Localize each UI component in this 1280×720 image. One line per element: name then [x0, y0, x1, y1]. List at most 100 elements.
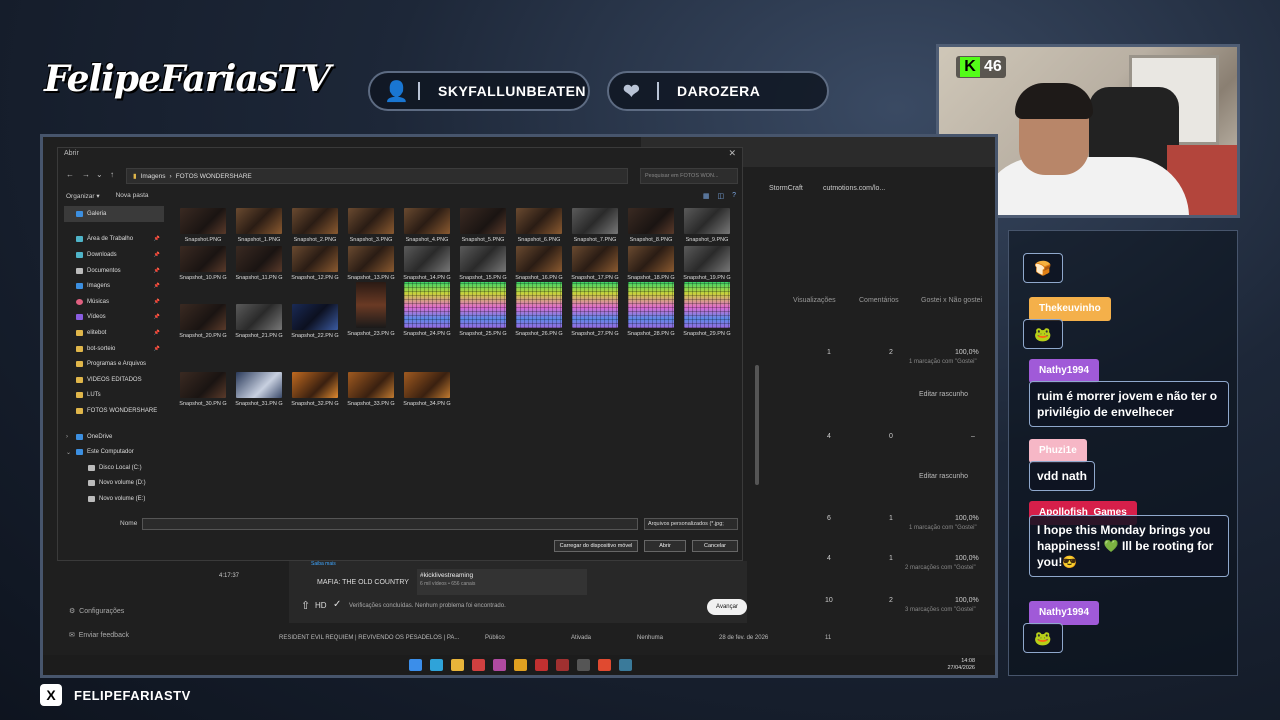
file-item[interactable]: Snapshot_4.PNG — [400, 208, 454, 244]
app-icon[interactable] — [619, 659, 632, 671]
nav-item-downloads[interactable]: Downloads 📌 — [64, 247, 164, 263]
file-item[interactable]: Snapshot_24.PN G — [400, 282, 454, 338]
nav-item-videos-editados[interactable]: VIDEOS EDITADOS — [64, 372, 164, 388]
nav-item-documents[interactable]: Documentos 📌 — [64, 263, 164, 279]
file-item[interactable]: Snapshot_16.PN G — [512, 246, 566, 282]
file-item[interactable]: Snapshot_29.PN G — [680, 282, 734, 338]
col-views[interactable]: Visualizações — [793, 297, 836, 304]
open-button[interactable]: Abrir — [644, 540, 686, 552]
nav-item-desktop[interactable]: Área de Trabalho 📌 — [64, 232, 164, 248]
file-item[interactable]: Snapshot_8.PNG — [624, 208, 678, 244]
file-item[interactable]: Snapshot_20.PN G — [176, 304, 230, 340]
edit-draft-button[interactable]: Editar rascunho — [919, 473, 968, 480]
nav-item-videos[interactable]: Vídeos 📌 — [64, 310, 164, 326]
terminal-icon[interactable] — [577, 659, 590, 671]
preview-pane-icon[interactable]: ◫ — [717, 192, 724, 200]
organize-button[interactable]: Organizar ▾ — [66, 192, 100, 200]
cancel-button[interactable]: Cancelar — [692, 540, 738, 552]
file-item[interactable]: Snapshot_25.PN G — [456, 282, 510, 338]
file-item[interactable]: Snapshot_13.PN G — [344, 246, 398, 282]
chrome-icon[interactable] — [598, 659, 611, 671]
file-item[interactable]: Snapshot_9.PNG — [680, 208, 734, 244]
bookmark-stormcraft[interactable]: StormCraft — [769, 185, 803, 192]
file-explorer-icon[interactable] — [451, 659, 464, 671]
file-item[interactable]: Snapshot_17.PN G — [568, 246, 622, 282]
edge-icon[interactable] — [430, 659, 443, 671]
close-icon[interactable]: ✕ — [728, 148, 736, 159]
file-item[interactable]: Snapshot_31.PN G — [232, 372, 286, 408]
file-item[interactable]: Snapshot_10.PN G — [176, 246, 230, 282]
nav-item-bot-sorteio[interactable]: bot-sorteio 📌 — [64, 341, 164, 357]
learn-more-link[interactable]: Saiba mais — [311, 561, 336, 567]
bookmark-cutmotions[interactable]: cutmotions.com/lo... — [823, 185, 885, 192]
file-type-select[interactable]: Arquivos personalizados (*.jpg; — [644, 518, 738, 530]
file-item[interactable]: Snapshot_18.PN G — [624, 246, 678, 282]
chevron-right-icon[interactable]: › — [66, 434, 68, 440]
new-folder-button[interactable]: Nova pasta — [116, 192, 149, 200]
system-clock[interactable]: 14:08 27/04/2026 — [947, 658, 975, 672]
upload-icon[interactable]: ⇧ — [301, 599, 310, 612]
scrollbar[interactable] — [755, 365, 759, 485]
nav-item-pictures[interactable]: Imagens 📌 — [64, 278, 164, 294]
file-item[interactable]: Snapshot_28.PN G — [624, 282, 678, 338]
file-item[interactable]: Snapshot_32.PN G — [288, 372, 342, 408]
file-item[interactable]: Snapshot_7.PNG — [568, 208, 622, 244]
nav-item-disk-d[interactable]: Novo volume (D:) — [64, 476, 164, 492]
back-arrow-icon[interactable]: ← — [66, 170, 74, 179]
file-item[interactable]: Snapshot_5.PNG — [456, 208, 510, 244]
file-item[interactable]: Snapshot_26.PN G — [512, 282, 566, 338]
chevron-down-icon[interactable]: ⌄ — [66, 449, 71, 456]
next-button[interactable]: Avançar — [707, 599, 747, 615]
file-item[interactable]: Snapshot_33.PN G — [344, 372, 398, 408]
app-icon[interactable] — [556, 659, 569, 671]
file-item[interactable]: Snapshot_19.PN G — [680, 246, 734, 282]
nav-item-this-pc[interactable]: ⌄ Este Computador — [64, 444, 164, 460]
file-item[interactable]: Snapshot_15.PN G — [456, 246, 510, 282]
file-item[interactable]: Snapshot_6.PNG — [512, 208, 566, 244]
feedback-link[interactable]: ✉ Enviar feedback — [69, 631, 129, 639]
video-row-title[interactable]: RESIDENT EVIL REQUIEM | REVIVENDO OS PES… — [279, 635, 459, 641]
file-item[interactable]: Snapshot_11.PN G — [232, 246, 286, 282]
address-bar[interactable]: ▮ Imagens › FOTOS WONDERSHARE — [126, 168, 628, 184]
load-from-device-button[interactable]: Carregar do dispositivo móvel — [554, 540, 638, 552]
hashtag-suggestion[interactable]: #kicklivestreaming 6 mil vídeos • 656 ca… — [417, 569, 587, 595]
app-icon[interactable] — [472, 659, 485, 671]
col-comments[interactable]: Comentários — [859, 297, 899, 304]
edit-draft-button[interactable]: Editar rascunho — [919, 391, 968, 398]
file-item[interactable]: Snapshot_2.PNG — [288, 208, 342, 244]
file-item[interactable]: Snapshot_22.PN G — [288, 304, 342, 340]
app-icon[interactable] — [535, 659, 548, 671]
file-item[interactable]: Snapshot_23.PN G — [344, 282, 398, 338]
breadcrumb-imagens[interactable]: Imagens — [141, 173, 166, 180]
app-icon[interactable] — [493, 659, 506, 671]
nav-item-disk-c[interactable]: Disco Local (C:) — [64, 460, 164, 476]
hd-icon[interactable]: HD — [315, 601, 327, 610]
chevron-down-icon[interactable]: ⌄ — [96, 170, 103, 179]
nav-item-elitebot[interactable]: elitebot 📌 — [64, 325, 164, 341]
file-item[interactable]: Snapshot.PNG — [176, 208, 230, 244]
file-item[interactable]: Snapshot_30.PN G — [176, 372, 230, 408]
breadcrumb-current[interactable]: FOTOS WONDERSHARE — [176, 173, 252, 180]
nav-item-luts[interactable]: LUTs — [64, 388, 164, 404]
file-item[interactable]: Snapshot_14.PN G — [400, 246, 454, 282]
nav-item-fotos-wondershare[interactable]: FOTOS WONDERSHARE — [64, 403, 164, 419]
file-item[interactable]: Snapshot_27.PN G — [568, 282, 622, 338]
file-item[interactable]: Snapshot_21.PN G — [232, 304, 286, 340]
search-field[interactable]: Pesquisar em FOTOS WON... — [640, 168, 738, 184]
nav-item-galeria[interactable]: Galeria — [64, 206, 164, 222]
file-item[interactable]: Snapshot_1.PNG — [232, 208, 286, 244]
nav-item-disk-e[interactable]: Novo volume (E:) — [64, 491, 164, 507]
file-item[interactable]: Snapshot_34.PN G — [400, 372, 454, 408]
windows-start-icon[interactable] — [409, 659, 422, 671]
col-likes[interactable]: Gostei x Não gostei — [921, 297, 982, 304]
up-arrow-icon[interactable]: ↑ — [110, 170, 114, 179]
settings-link[interactable]: ⚙ Configurações — [69, 607, 124, 615]
help-icon[interactable]: ? — [732, 192, 736, 200]
view-mode-icon[interactable]: ▦ — [703, 192, 710, 200]
file-name-input[interactable] — [142, 518, 638, 530]
file-item[interactable]: Snapshot_12.PN G — [288, 246, 342, 282]
nav-item-programas[interactable]: Programas e Arquivos — [64, 356, 164, 372]
nav-item-onedrive[interactable]: › OneDrive — [64, 429, 164, 445]
nav-item-music[interactable]: Músicas 📌 — [64, 294, 164, 310]
file-item[interactable]: Snapshot_3.PNG — [344, 208, 398, 244]
